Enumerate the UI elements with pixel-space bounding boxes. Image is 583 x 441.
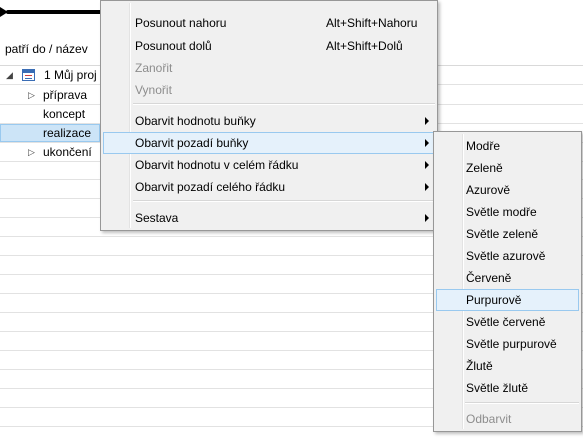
menu-item-label: Sestava <box>135 211 179 225</box>
expand-icon[interactable]: ▷ <box>28 90 35 101</box>
menu-item-label: Modře <box>466 139 501 153</box>
color-option-light-cyan[interactable]: Světle azurově <box>436 245 579 267</box>
menu-item-color-row-value[interactable]: Obarvit hodnotu v celém řádku <box>103 154 435 176</box>
column-header-label: patří do / název <box>5 42 88 56</box>
menu-item-move-down[interactable]: Posunout dolů Alt+Shift+Dolů <box>103 35 435 57</box>
menu-separator <box>133 200 435 202</box>
menu-item-color-row-background[interactable]: Obarvit pozadí celého řádku <box>103 176 435 198</box>
menu-item-label: Zanořit <box>135 61 173 75</box>
submenu-arrow-icon <box>425 161 429 169</box>
menu-item-label: Obarvit pozadí buňky <box>135 136 249 150</box>
menu-item-shortcut: Alt+Shift+Dolů <box>326 39 403 53</box>
project-icon <box>22 69 35 81</box>
submenu-arrow-icon <box>425 183 429 191</box>
color-option-purple[interactable]: Purpurově <box>436 289 579 311</box>
color-option-red[interactable]: Červeně <box>436 267 579 289</box>
menu-item-indent[interactable]: Zanořit <box>103 57 435 79</box>
menu-item-label: Červeně <box>466 271 512 285</box>
color-option-cyan[interactable]: Azurově <box>436 179 579 201</box>
menu-item-shortcut: Alt+Shift+Nahoru <box>326 16 418 30</box>
color-option-blue[interactable]: Modře <box>436 135 579 157</box>
color-option-light-yellow[interactable]: Světle žlutě <box>436 377 579 399</box>
tree-row-label: koncept <box>43 107 86 121</box>
tree-row-label: 1 Můj proj <box>44 68 97 82</box>
menu-item-label: Obarvit hodnotu v celém řádku <box>135 158 299 172</box>
menu-item-label: Světle zeleně <box>466 227 539 241</box>
submenu-arrow-icon <box>425 117 429 125</box>
color-option-light-purple[interactable]: Světle purpurově <box>436 333 579 355</box>
tree-row-label: realizace <box>43 126 92 140</box>
color-option-yellow[interactable]: Žlutě <box>436 355 579 377</box>
menu-item-label: Posunout dolů <box>135 39 212 53</box>
menu-item-label: Azurově <box>466 183 511 197</box>
color-option-light-green[interactable]: Světle zeleně <box>436 223 579 245</box>
menu-separator <box>465 402 579 404</box>
menu-item-label: Světle žlutě <box>466 381 529 395</box>
tree-row-label: ukončení <box>43 145 92 159</box>
menu-item-color-cell-value[interactable]: Obarvit hodnotu buňky <box>103 110 435 132</box>
menu-item-report[interactable]: Sestava <box>103 207 435 229</box>
menu-item-label: Světle azurově <box>466 249 546 263</box>
menu-item-label: Posunout nahoru <box>135 16 227 30</box>
context-menu: Posunout nahoru Alt+Shift+Nahoru Posunou… <box>100 0 438 231</box>
expand-icon[interactable]: ▷ <box>28 147 35 158</box>
submenu-arrow-icon <box>425 214 429 222</box>
menu-item-outdent[interactable]: Vynořit <box>103 79 435 101</box>
collapse-icon[interactable]: ◢ <box>6 70 13 81</box>
menu-item-label: Vynořit <box>135 83 172 97</box>
tree-row-label: příprava <box>43 88 88 102</box>
menu-item-label: Purpurově <box>466 293 522 307</box>
menu-item-color-cell-background[interactable]: Obarvit pozadí buňky <box>103 132 435 154</box>
menu-item-label: Žlutě <box>466 359 493 373</box>
color-submenu: Modře Zeleně Azurově Světle modře Světle… <box>433 131 582 432</box>
menu-item-move-up[interactable]: Posunout nahoru Alt+Shift+Nahoru <box>103 12 435 34</box>
menu-item-label: Obarvit pozadí celého řádku <box>135 180 286 194</box>
menu-item-label: Světle purpurově <box>466 337 557 351</box>
menu-item-label: Obarvit hodnotu buňky <box>135 114 256 128</box>
menu-item-label: Světle modře <box>466 205 537 219</box>
color-option-light-red[interactable]: Světle červeně <box>436 311 579 333</box>
menu-item-label: Světle červeně <box>466 315 546 329</box>
menu-separator <box>133 103 435 105</box>
color-option-clear[interactable]: Odbarvit <box>436 408 579 430</box>
color-option-green[interactable]: Zeleně <box>436 157 579 179</box>
color-option-light-blue[interactable]: Světle modře <box>436 201 579 223</box>
progress-slider-track[interactable] <box>6 10 102 14</box>
menu-item-label: Odbarvit <box>466 412 512 426</box>
submenu-arrow-icon <box>425 139 429 147</box>
menu-item-label: Zeleně <box>466 161 503 175</box>
